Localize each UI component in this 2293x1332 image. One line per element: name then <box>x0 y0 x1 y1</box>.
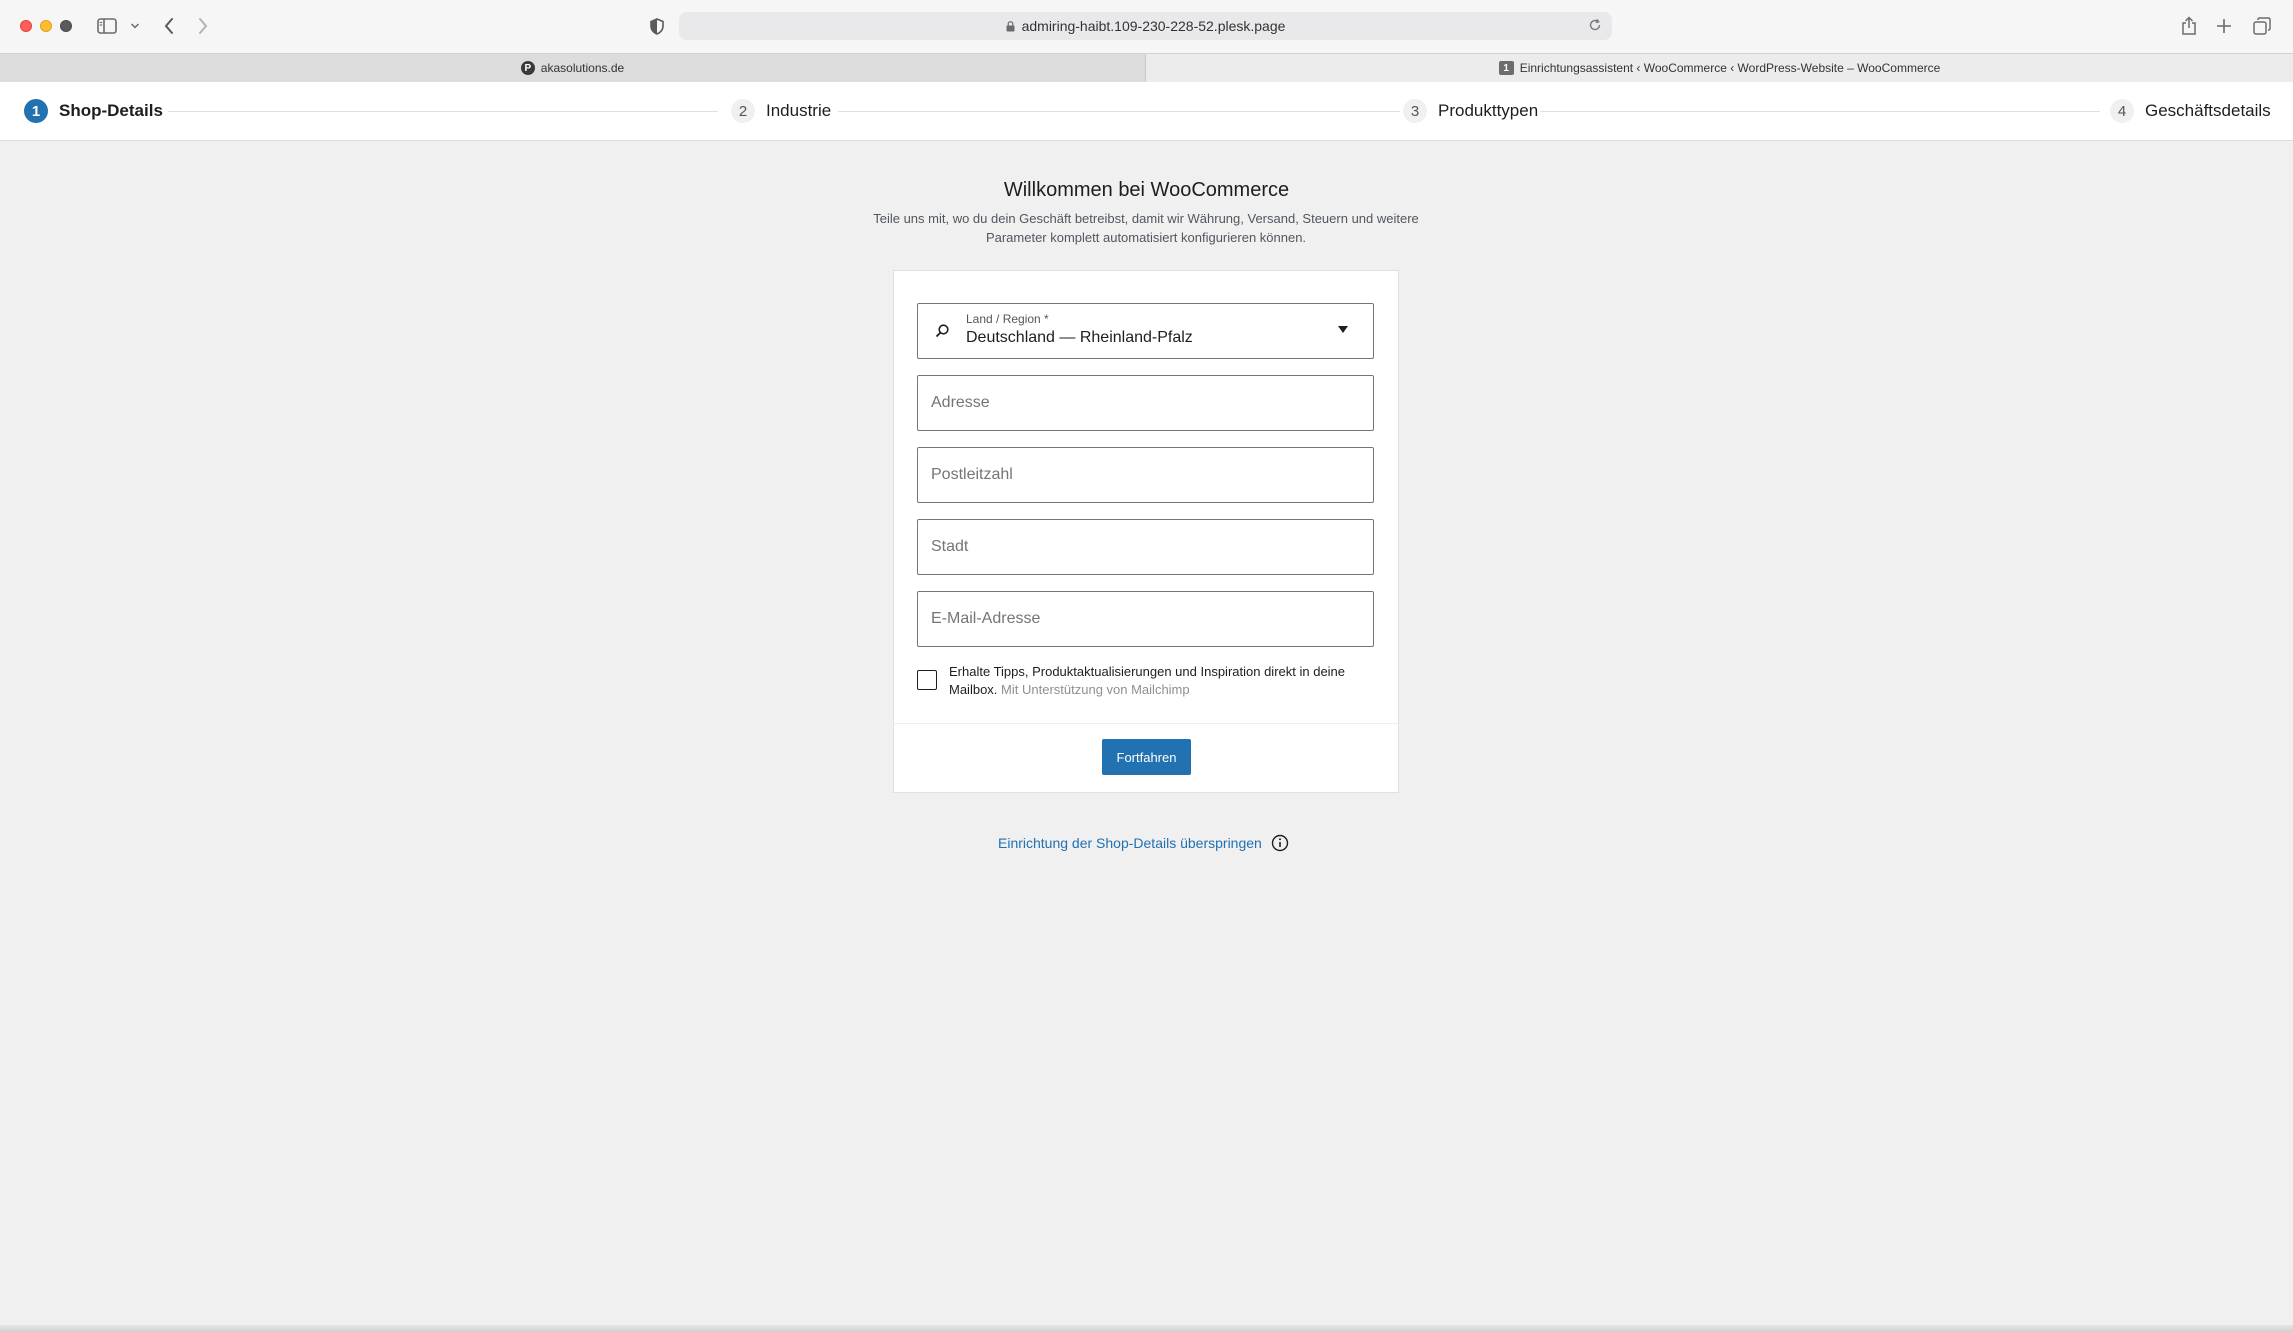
step-number: 3 <box>1403 99 1427 123</box>
tab-label: Einrichtungsassistent ‹ WooCommerce ‹ Wo… <box>1519 61 1941 75</box>
tab-overview-icon[interactable] <box>2252 14 2272 38</box>
sidebar-toggle-icon[interactable] <box>96 14 118 38</box>
setup-stepper: 1 Shop-Details 2 Industrie 3 Produkttype… <box>0 82 2293 141</box>
city-placeholder: Stadt <box>931 538 969 555</box>
step-produkttypen[interactable]: 3 Produkttypen <box>1403 98 1539 124</box>
privacy-shield-icon[interactable] <box>647 14 667 38</box>
browser-toolbar: admiring-haibt.109-230-228-52.plesk.page <box>0 0 2293 53</box>
step-label: Produkttypen <box>1438 101 1539 120</box>
step-label: Industrie <box>766 101 832 120</box>
step-label: Geschäftsdetails <box>2145 101 2271 120</box>
country-region-value: Deutschland — Rheinland-Pfalz <box>966 329 1193 346</box>
postcode-placeholder: Postleitzahl <box>931 466 1013 483</box>
continue-button[interactable]: Fortfahren <box>1102 739 1191 775</box>
tab-akasolutions[interactable]: P akasolutions.de <box>0 54 1146 82</box>
address-field[interactable]: Adresse <box>917 375 1374 431</box>
step-shop-details[interactable]: 1 Shop-Details <box>24 98 163 124</box>
page-title: Willkommen bei WooCommerce <box>1003 179 1290 201</box>
caret-down-icon[interactable] <box>1338 326 1348 333</box>
step-label: Shop-Details <box>59 101 163 120</box>
newsletter-text[interactable]: Erhalte Tipps, Produktaktualisierungen u… <box>949 663 1377 699</box>
url-text: admiring-haibt.109-230-228-52.plesk.page <box>1021 18 1286 34</box>
page-subtitle: Teile uns mit, wo du dein Geschäft betre… <box>873 211 1419 245</box>
email-field[interactable]: E-Mail-Adresse <box>917 591 1374 647</box>
tab-label: akasolutions.de <box>540 61 625 75</box>
reload-icon[interactable] <box>1588 18 1602 35</box>
site-favicon-icon: 1 <box>1498 61 1514 75</box>
tab-woocommerce-setup[interactable]: 1 Einrichtungsassistent ‹ WooCommerce ‹ … <box>1146 54 2293 82</box>
skip-link-text: Einrichtung der Shop-Details überspringe… <box>998 835 1262 851</box>
zoom-window-button[interactable] <box>60 20 72 32</box>
lock-icon <box>1006 20 1015 32</box>
skip-store-details-link[interactable]: Einrichtung der Shop-Details überspringe… <box>998 834 1289 852</box>
step-industrie[interactable]: 2 Industrie <box>731 98 832 124</box>
back-arrow-icon[interactable] <box>160 14 178 38</box>
step-number: 4 <box>2110 99 2134 123</box>
step-connector <box>168 111 718 112</box>
forward-arrow-icon[interactable] <box>194 14 212 38</box>
info-icon[interactable] <box>1271 834 1289 852</box>
card-divider <box>894 723 1398 724</box>
email-placeholder: E-Mail-Adresse <box>931 610 1041 627</box>
close-window-button[interactable] <box>20 20 32 32</box>
newsletter-checkbox[interactable] <box>917 670 937 690</box>
step-connector <box>838 111 1400 112</box>
tab-bar: P akasolutions.de 1 Einrichtungsassisten… <box>0 53 2293 82</box>
step-number: 1 <box>24 99 48 123</box>
site-favicon-icon: P <box>520 61 535 75</box>
postcode-field[interactable]: Postleitzahl <box>917 447 1374 503</box>
country-region-label: Land / Region * <box>966 312 1049 326</box>
address-placeholder: Adresse <box>931 394 990 411</box>
minimize-window-button[interactable] <box>40 20 52 32</box>
store-details-card: Land / Region * Deutschland — Rheinland-… <box>893 270 1399 793</box>
chevron-down-icon[interactable] <box>128 14 142 38</box>
window-bottom-edge <box>0 1325 2293 1332</box>
address-bar[interactable]: admiring-haibt.109-230-228-52.plesk.page <box>679 12 1612 40</box>
city-field[interactable]: Stadt <box>917 519 1374 575</box>
search-icon <box>935 323 950 343</box>
step-geschaeftsdetails[interactable]: 4 Geschäftsdetails <box>2110 98 2271 124</box>
country-region-select[interactable]: Land / Region * Deutschland — Rheinland-… <box>917 303 1374 359</box>
new-tab-icon[interactable] <box>2214 14 2234 38</box>
share-icon[interactable] <box>2179 14 2199 38</box>
step-number: 2 <box>731 99 755 123</box>
step-connector <box>1540 111 2100 112</box>
mailchimp-note: Mit Unterstützung von Mailchimp <box>1001 682 1190 697</box>
